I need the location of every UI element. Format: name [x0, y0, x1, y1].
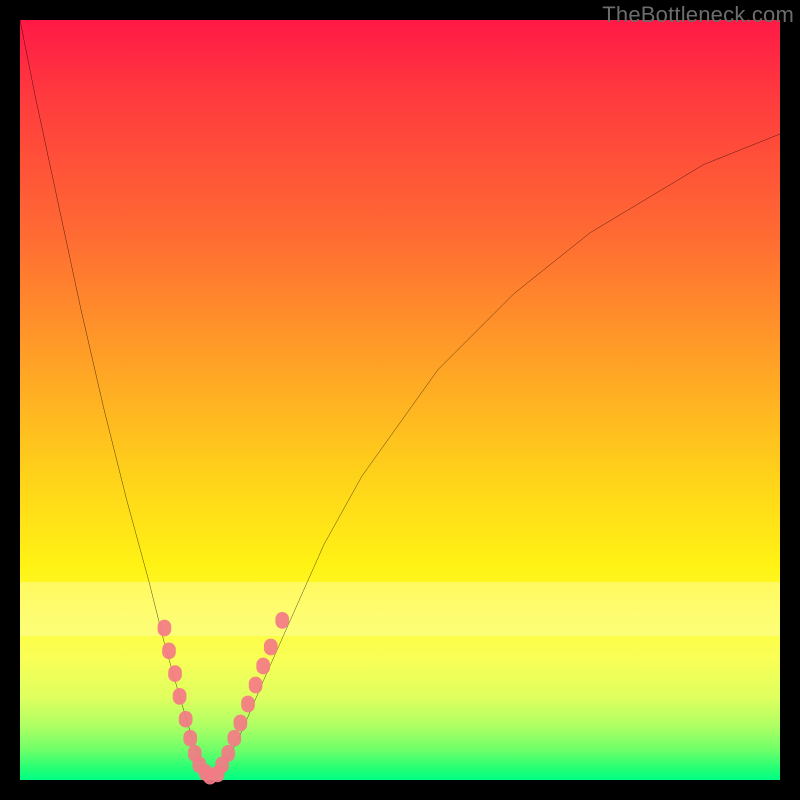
highlight-dots-left	[158, 620, 217, 785]
highlight-dot	[249, 677, 263, 694]
highlight-dot	[173, 688, 187, 705]
highlight-dot	[256, 658, 270, 675]
highlight-dot	[158, 620, 172, 637]
highlight-dot	[162, 642, 176, 659]
chart-svg-layer	[20, 20, 780, 780]
highlight-dot	[264, 639, 278, 656]
highlight-dot	[168, 665, 182, 682]
highlight-dots-right	[211, 612, 289, 782]
chart-plot-area	[20, 20, 780, 780]
highlight-dot	[241, 696, 255, 713]
chart-outer-frame: TheBottleneck.com	[0, 0, 800, 800]
highlight-dot	[227, 730, 241, 747]
watermark-text: TheBottleneck.com	[602, 2, 794, 28]
highlight-dot	[183, 730, 197, 747]
highlight-dot	[179, 711, 193, 728]
highlight-dot	[275, 612, 289, 629]
highlight-dot	[221, 745, 235, 762]
bottleneck-curve	[20, 20, 780, 776]
highlight-dot	[234, 715, 248, 732]
